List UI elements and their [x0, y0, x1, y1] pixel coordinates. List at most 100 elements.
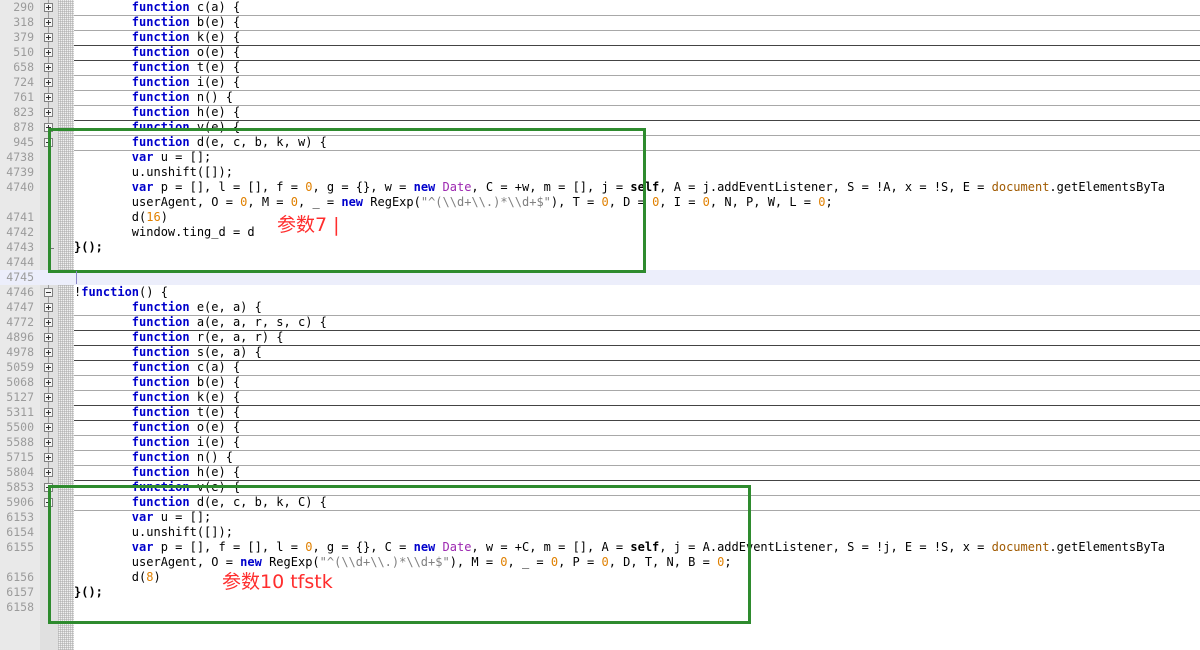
fold-expand-icon[interactable] [44, 333, 53, 342]
fold-expand-icon[interactable] [44, 468, 53, 477]
code-text[interactable] [74, 270, 1200, 285]
code-text[interactable]: function t(e) { [74, 405, 1200, 420]
code-line[interactable]: 5500 function o(e) { [0, 420, 1200, 435]
fold-expand-icon[interactable] [44, 348, 53, 357]
code-text[interactable]: u.unshift([]); [74, 165, 1200, 180]
code-line[interactable]: 4747 function e(e, a) { [0, 300, 1200, 315]
code-text[interactable]: function v(e) { [74, 120, 1200, 135]
code-line[interactable]: 4745 [0, 270, 1200, 285]
code-text[interactable]: }(); [74, 240, 1200, 255]
code-text[interactable]: function b(e) { [74, 15, 1200, 30]
fold-expand-icon[interactable] [44, 453, 53, 462]
code-line[interactable]: 6155 var p = [], f = [], l = 0, g = {}, … [0, 540, 1200, 555]
code-line[interactable]: 945 function d(e, c, b, k, w) { [0, 135, 1200, 150]
code-line[interactable]: 4744 [0, 255, 1200, 270]
fold-expand-icon[interactable] [44, 123, 53, 132]
code-text[interactable]: function o(e) { [74, 45, 1200, 60]
code-line[interactable]: 878 function v(e) { [0, 120, 1200, 135]
fold-expand-icon[interactable] [44, 438, 53, 447]
code-text[interactable]: function k(e) { [74, 30, 1200, 45]
code-text[interactable]: function s(e, a) { [74, 345, 1200, 360]
fold-expand-icon[interactable] [44, 483, 53, 492]
fold-expand-icon[interactable] [44, 93, 53, 102]
code-text[interactable]: userAgent, O = new RegExp("^(\\d+\\.)*\\… [74, 555, 1200, 570]
fold-expand-icon[interactable] [44, 423, 53, 432]
code-line[interactable]: 510 function o(e) { [0, 45, 1200, 60]
code-line[interactable]: 5588 function i(e) { [0, 435, 1200, 450]
code-line[interactable]: 4738 var u = []; [0, 150, 1200, 165]
code-line[interactable]: 4746 !function() { [0, 285, 1200, 300]
code-line[interactable]: 823 function h(e) { [0, 105, 1200, 120]
code-line[interactable]: 5715 function n() { [0, 450, 1200, 465]
code-text[interactable]: function d(e, c, b, k, w) { [74, 135, 1200, 150]
code-text[interactable]: function t(e) { [74, 60, 1200, 75]
fold-expand-icon[interactable] [44, 363, 53, 372]
code-line[interactable]: 5127 function k(e) { [0, 390, 1200, 405]
code-text[interactable]: var p = [], f = [], l = 0, g = {}, C = n… [74, 540, 1200, 555]
code-line[interactable]: 4739 u.unshift([]); [0, 165, 1200, 180]
code-text[interactable]: function n() { [74, 450, 1200, 465]
code-line[interactable]: 724 function i(e) { [0, 75, 1200, 90]
code-line[interactable]: 4741 d(16) [0, 210, 1200, 225]
code-line[interactable]: 5804 function h(e) { [0, 465, 1200, 480]
code-line[interactable]: userAgent, O = 0, M = 0, _ = new RegExp(… [0, 195, 1200, 210]
code-line[interactable]: 4743}(); [0, 240, 1200, 255]
code-text[interactable]: function d(e, c, b, k, C) { [74, 495, 1200, 510]
code-text[interactable]: window.ting_d = d [74, 225, 1200, 240]
fold-expand-icon[interactable] [44, 33, 53, 42]
code-text[interactable]: var u = []; [74, 510, 1200, 525]
code-line[interactable]: 5311 function t(e) { [0, 405, 1200, 420]
code-text[interactable]: !function() { [74, 285, 1200, 300]
fold-expand-icon[interactable] [44, 498, 53, 507]
code-text[interactable]: function c(a) { [74, 0, 1200, 15]
code-text[interactable]: function v(e) { [74, 480, 1200, 495]
fold-expand-icon[interactable] [44, 378, 53, 387]
code-line[interactable]: 379 function k(e) { [0, 30, 1200, 45]
code-text[interactable] [74, 255, 1200, 270]
fold-expand-icon[interactable] [44, 78, 53, 87]
code-line[interactable]: 4896 function r(e, a, r) { [0, 330, 1200, 345]
code-text[interactable]: function o(e) { [74, 420, 1200, 435]
code-text[interactable]: function k(e) { [74, 390, 1200, 405]
code-text[interactable]: function a(e, a, r, s, c) { [74, 315, 1200, 330]
fold-expand-icon[interactable] [44, 18, 53, 27]
code-text[interactable]: d(16) [74, 210, 1200, 225]
code-text[interactable]: function h(e) { [74, 465, 1200, 480]
code-line[interactable]: 6158 [0, 600, 1200, 615]
code-text[interactable]: var p = [], l = [], f = 0, g = {}, w = n… [74, 180, 1200, 195]
code-line[interactable]: userAgent, O = new RegExp("^(\\d+\\.)*\\… [0, 555, 1200, 570]
code-line[interactable]: 4978 function s(e, a) { [0, 345, 1200, 360]
code-line[interactable]: 318 function b(e) { [0, 15, 1200, 30]
code-text[interactable]: function i(e) { [74, 75, 1200, 90]
code-line[interactable]: 4772 function a(e, a, r, s, c) { [0, 315, 1200, 330]
code-text[interactable] [74, 600, 1200, 615]
code-text[interactable]: u.unshift([]); [74, 525, 1200, 540]
code-line[interactable]: 761 function n() { [0, 90, 1200, 105]
code-line[interactable]: 5906 function d(e, c, b, k, C) { [0, 495, 1200, 510]
code-text[interactable]: var u = []; [74, 150, 1200, 165]
code-line[interactable]: 6154 u.unshift([]); [0, 525, 1200, 540]
code-text[interactable]: function h(e) { [74, 105, 1200, 120]
code-text[interactable]: function n() { [74, 90, 1200, 105]
code-line[interactable]: 5068 function b(e) { [0, 375, 1200, 390]
code-text[interactable]: function r(e, a, r) { [74, 330, 1200, 345]
fold-expand-icon[interactable] [44, 63, 53, 72]
fold-expand-icon[interactable] [44, 318, 53, 327]
fold-expand-icon[interactable] [44, 303, 53, 312]
code-line[interactable]: 6156 d(8) [0, 570, 1200, 585]
code-text[interactable]: function b(e) { [74, 375, 1200, 390]
code-line[interactable]: 6157}(); [0, 585, 1200, 600]
code-line[interactable]: 5059 function c(a) { [0, 360, 1200, 375]
fold-expand-icon[interactable] [44, 3, 53, 12]
code-text[interactable]: function e(e, a) { [74, 300, 1200, 315]
code-line[interactable]: 658 function t(e) { [0, 60, 1200, 75]
code-text[interactable]: userAgent, O = 0, M = 0, _ = new RegExp(… [74, 195, 1200, 210]
code-text[interactable]: function i(e) { [74, 435, 1200, 450]
fold-expand-icon[interactable] [44, 408, 53, 417]
code-text[interactable]: function c(a) { [74, 360, 1200, 375]
fold-expand-icon[interactable] [44, 108, 53, 117]
code-line[interactable]: 4740 var p = [], l = [], f = 0, g = {}, … [0, 180, 1200, 195]
code-line[interactable]: 290 function c(a) { [0, 0, 1200, 15]
fold-collapse-icon[interactable] [44, 288, 53, 297]
code-line[interactable]: 5853 function v(e) { [0, 480, 1200, 495]
